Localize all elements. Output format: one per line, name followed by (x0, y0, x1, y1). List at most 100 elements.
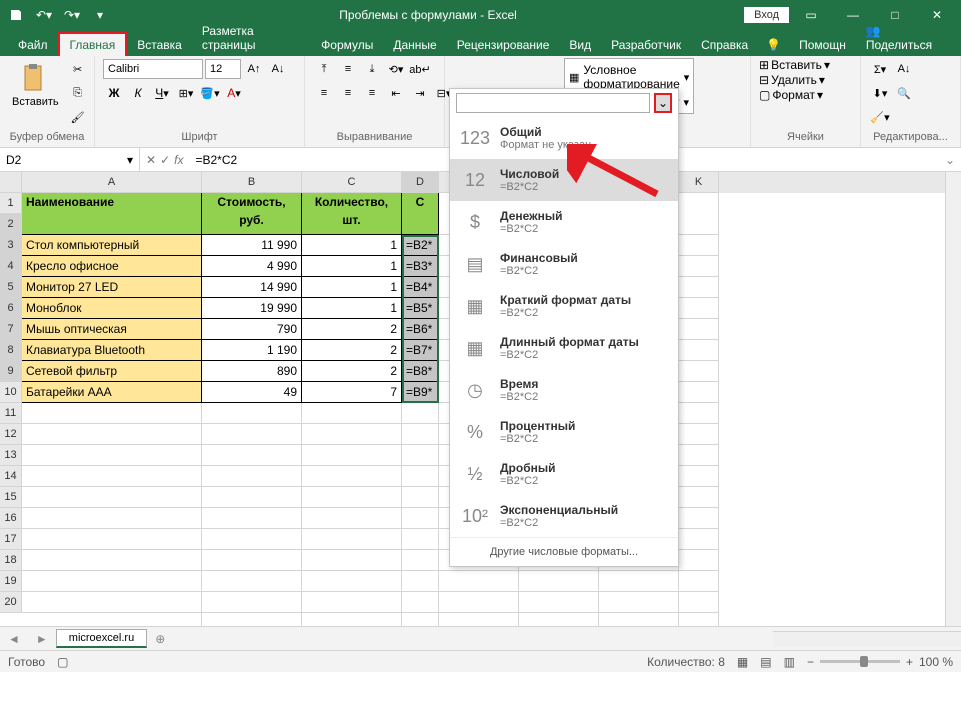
cell[interactable] (679, 340, 719, 361)
cell[interactable] (22, 571, 202, 592)
cell[interactable] (302, 529, 402, 550)
cell[interactable] (402, 466, 439, 487)
number-format-option[interactable]: 123ОбщийФормат не указан (450, 117, 678, 159)
tab-help[interactable]: Справка (691, 34, 758, 56)
border-icon[interactable]: ⊞▾ (175, 82, 197, 104)
cell[interactable] (402, 529, 439, 550)
number-format-option[interactable]: $Денежный=B2*C2 (450, 201, 678, 243)
cell[interactable] (519, 571, 599, 592)
row-header[interactable]: 10 (0, 382, 22, 403)
header-cell[interactable]: Наименование (22, 193, 202, 235)
cell[interactable] (202, 613, 302, 626)
tab-insert[interactable]: Вставка (127, 34, 192, 56)
cell[interactable] (599, 592, 679, 613)
cell[interactable] (679, 361, 719, 382)
cell[interactable] (402, 613, 439, 626)
cell[interactable] (402, 403, 439, 424)
autosum-icon[interactable]: Σ▾ (869, 58, 891, 80)
header-cell[interactable]: С (402, 193, 439, 235)
save-icon[interactable] (4, 3, 28, 27)
name-box[interactable] (6, 153, 127, 167)
cell[interactable] (22, 445, 202, 466)
cell[interactable]: Сетевой фильтр (22, 361, 202, 382)
undo-icon[interactable]: ↶▾ (32, 3, 56, 27)
tab-page-layout[interactable]: Разметка страницы (192, 20, 311, 56)
qat-customize-icon[interactable]: ▾ (88, 3, 112, 27)
row-header[interactable]: 7 (0, 319, 22, 340)
cell[interactable] (22, 613, 202, 626)
cell[interactable] (402, 424, 439, 445)
tab-data[interactable]: Данные (383, 34, 446, 56)
cell[interactable] (302, 466, 402, 487)
cell[interactable] (302, 424, 402, 445)
cell[interactable]: 2 (302, 340, 402, 361)
row-header[interactable]: 3 (0, 235, 22, 256)
paste-button[interactable]: Вставить (8, 58, 63, 112)
cell[interactable] (402, 571, 439, 592)
row-header[interactable]: 2 (0, 214, 22, 235)
cell[interactable] (679, 571, 719, 592)
align-middle-icon[interactable]: ≡ (337, 58, 359, 80)
font-size-select[interactable] (205, 59, 241, 79)
copy-icon[interactable]: ⎘ (67, 82, 89, 104)
number-format-option[interactable]: %Процентный=B2*C2 (450, 411, 678, 453)
cell[interactable] (302, 592, 402, 613)
cell[interactable] (679, 445, 719, 466)
cancel-formula-icon[interactable]: ✕ (146, 153, 156, 167)
align-center-icon[interactable]: ≡ (337, 82, 359, 104)
view-page-break-icon[interactable]: ▥ (784, 655, 795, 669)
cells-insert[interactable]: ⊞ Вставить ▾ (759, 58, 830, 72)
tab-review[interactable]: Рецензирование (447, 34, 560, 56)
cell[interactable] (679, 529, 719, 550)
cell[interactable]: 14 990 (202, 277, 302, 298)
cell[interactable] (202, 403, 302, 424)
tab-developer[interactable]: Разработчик (601, 34, 691, 56)
cell[interactable] (22, 487, 202, 508)
cell[interactable] (679, 403, 719, 424)
col-header-D[interactable]: D (402, 172, 439, 193)
align-right-icon[interactable]: ≡ (361, 82, 383, 104)
login-button[interactable]: Вход (744, 7, 789, 23)
cell[interactable] (679, 592, 719, 613)
cell[interactable]: =B4* (402, 277, 439, 298)
cell[interactable] (519, 613, 599, 626)
find-icon[interactable]: 🔍 (893, 82, 915, 104)
row-header[interactable]: 20 (0, 592, 22, 613)
cell[interactable] (22, 592, 202, 613)
font-color-icon[interactable]: A▾ (223, 82, 245, 104)
expand-formula-icon[interactable]: ⌄ (939, 153, 961, 167)
sheet-nav-prev[interactable]: ◄ (0, 632, 28, 646)
cell[interactable]: 890 (202, 361, 302, 382)
view-normal-icon[interactable]: ▦ (737, 655, 748, 669)
cell[interactable] (22, 424, 202, 445)
col-header-K[interactable]: K (679, 172, 719, 193)
header-cell[interactable] (679, 193, 719, 235)
increase-indent-icon[interactable]: ⇥ (409, 82, 431, 104)
font-name-select[interactable] (103, 59, 203, 79)
cell[interactable] (22, 403, 202, 424)
cell[interactable]: =B9* (402, 382, 439, 403)
zoom-out-icon[interactable]: − (807, 655, 814, 669)
header-cell[interactable]: Стоимость, руб. (202, 193, 302, 235)
cell[interactable]: Батарейки AAA (22, 382, 202, 403)
cell[interactable] (599, 571, 679, 592)
decrease-font-icon[interactable]: A↓ (267, 58, 289, 80)
cell[interactable]: Клавиатура Bluetooth (22, 340, 202, 361)
cell[interactable]: 1 (302, 298, 402, 319)
row-header[interactable]: 18 (0, 550, 22, 571)
underline-icon[interactable]: Ч▾ (151, 82, 173, 104)
row-header[interactable]: 19 (0, 571, 22, 592)
number-format-option[interactable]: ◷Время=B2*C2 (450, 369, 678, 411)
cell[interactable]: 1 (302, 256, 402, 277)
row-header[interactable]: 15 (0, 487, 22, 508)
cell[interactable]: =B5* (402, 298, 439, 319)
cell[interactable] (302, 445, 402, 466)
cell[interactable]: Монитор 27 LED (22, 277, 202, 298)
align-top-icon[interactable]: ⤒ (313, 58, 335, 80)
cell[interactable] (22, 466, 202, 487)
vertical-scrollbar[interactable] (945, 172, 961, 626)
cell[interactable] (679, 298, 719, 319)
horizontal-scrollbar[interactable] (773, 631, 961, 647)
number-format-option[interactable]: ▤Финансовый=B2*C2 (450, 243, 678, 285)
cell[interactable] (599, 613, 679, 626)
